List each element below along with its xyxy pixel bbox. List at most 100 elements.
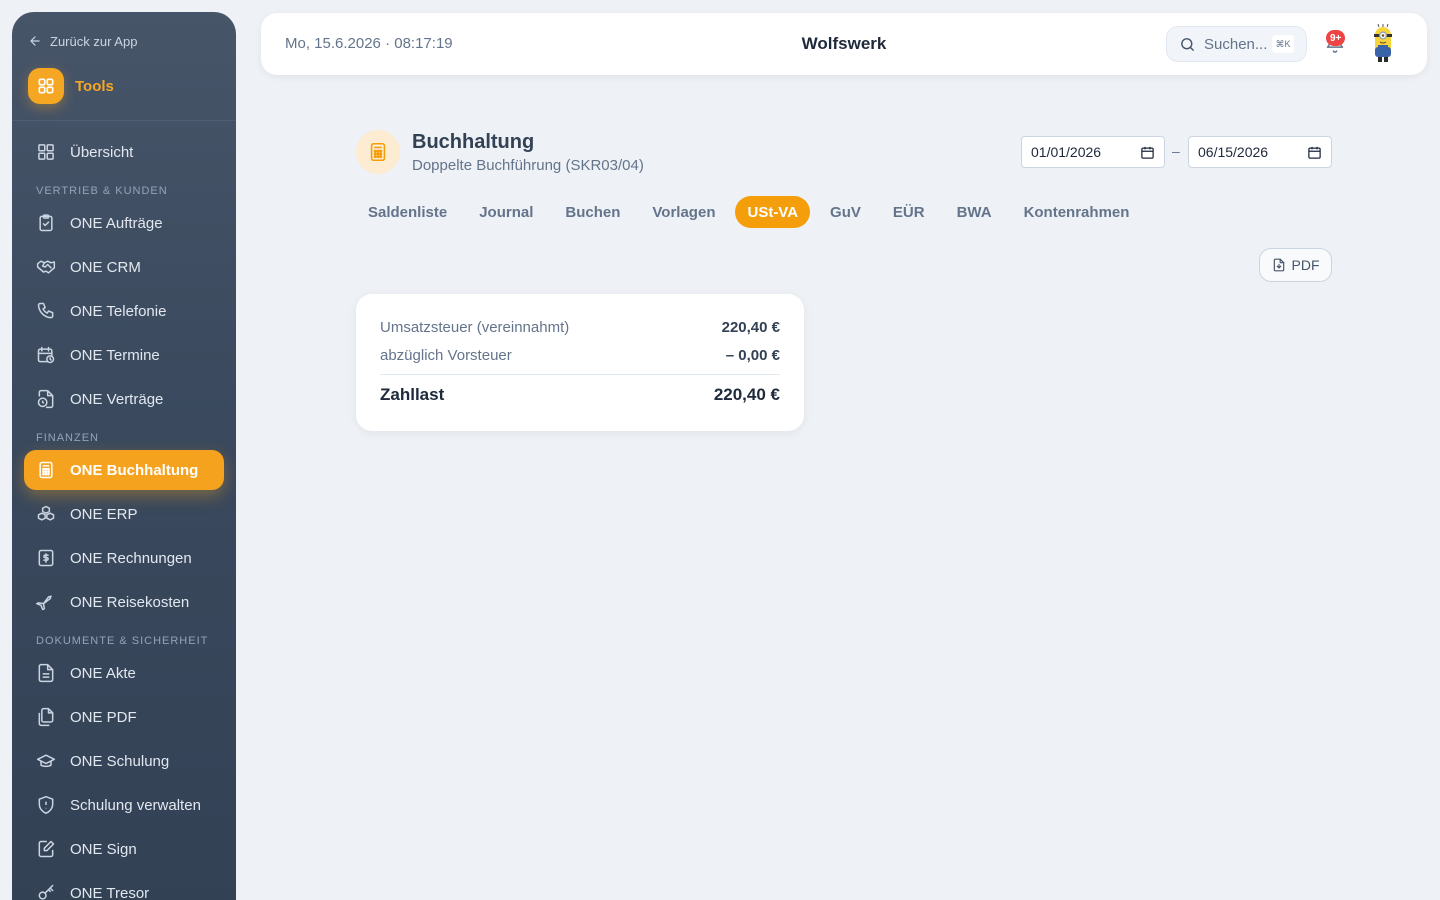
section-heading-vertrieb: VERTRIEB & KUNDEN xyxy=(36,185,168,197)
date-to-value: 06/15/2026 xyxy=(1198,144,1269,160)
pdf-export-button[interactable]: PDF xyxy=(1259,248,1332,282)
ust-va-summary-card: Umsatzsteuer (vereinnahmt) 220,40 € abzü… xyxy=(356,294,804,431)
back-link-label: Zurück zur App xyxy=(50,33,138,49)
calculator-icon xyxy=(356,130,400,174)
section-heading-dokumente: DOKUMENTE & SICHERHEIT xyxy=(36,635,209,647)
tab-vorlagen[interactable]: Vorlagen xyxy=(640,196,727,228)
sidebar-item-schulung-verwalten[interactable]: Schulung verwalten xyxy=(24,785,224,825)
section-heading-finanzen: FINANZEN xyxy=(36,432,99,444)
tab-buchen[interactable]: Buchen xyxy=(553,196,632,228)
back-to-app-link[interactable]: Zurück zur App xyxy=(28,32,137,50)
sidebar-item-label: Übersicht xyxy=(70,143,134,161)
sidebar-item-label: Schulung verwalten xyxy=(70,796,201,814)
sidebar: Zurück zur App Tools Übersicht VERTRIEB … xyxy=(12,12,236,900)
sidebar-item-akte[interactable]: ONE Akte xyxy=(24,653,224,693)
date-range-separator: – xyxy=(1172,143,1180,159)
phone-icon xyxy=(37,302,54,319)
tools-label: Tools xyxy=(75,77,114,95)
sidebar-item-label: ONE Verträge xyxy=(70,390,164,408)
sidebar-item-label: ONE Aufträge xyxy=(70,214,163,232)
receipt-dollar-icon xyxy=(38,549,54,567)
date-from-value: 01/01/2026 xyxy=(1031,144,1102,160)
sidebar-item-label: ONE Termine xyxy=(70,346,160,364)
sidebar-item-label: ONE PDF xyxy=(70,708,137,726)
file-text-icon xyxy=(38,663,54,683)
tools-grid-icon xyxy=(28,68,64,104)
vorsteuer-value: – 0,00 € xyxy=(725,347,780,364)
sidebar-divider xyxy=(12,120,236,121)
sidebar-item-label: ONE CRM xyxy=(70,258,141,276)
sidebar-item-vertraege[interactable]: ONE Verträge xyxy=(24,379,224,419)
calendar-clock-icon xyxy=(37,346,55,364)
sidebar-item-erp[interactable]: ONE ERP xyxy=(24,494,224,534)
tab-guv[interactable]: GuV xyxy=(818,196,873,228)
top-bar: Mo, 15.6.2026 · 08:17:19 Wolfswerk Suche… xyxy=(261,13,1427,75)
date-to-input[interactable]: 06/15/2026 xyxy=(1188,136,1332,168)
tab-saldenliste[interactable]: Saldenliste xyxy=(356,196,459,228)
files-icon xyxy=(38,707,54,727)
sidebar-item-label: ONE Schulung xyxy=(70,752,170,770)
file-clock-icon xyxy=(37,389,54,409)
sidebar-item-termine[interactable]: ONE Termine xyxy=(24,335,224,375)
user-avatar[interactable] xyxy=(1369,23,1397,65)
sidebar-item-label: ONE Buchhaltung xyxy=(70,461,199,479)
sidebar-item-label: ONE Sign xyxy=(70,840,137,858)
zahllast-label: Zahllast xyxy=(380,385,445,404)
handshake-icon xyxy=(36,260,56,274)
sidebar-item-sign[interactable]: ONE Sign xyxy=(24,829,224,869)
sidebar-nav: Übersicht VERTRIEB & KUNDEN ONE Aufträge… xyxy=(24,132,224,900)
pdf-button-label: PDF xyxy=(1291,257,1320,273)
dashboard-grid-icon xyxy=(38,144,54,160)
search-icon xyxy=(1181,37,1194,51)
zahllast-row: Zahllast 220,40 € xyxy=(380,385,780,405)
accounting-tabs: Saldenliste Journal Buchen Vorlagen USt-… xyxy=(356,196,1141,228)
sidebar-item-label: ONE Tresor xyxy=(70,884,150,900)
calendar-icon xyxy=(1308,146,1321,159)
clipboard-check-icon xyxy=(39,214,53,232)
key-icon xyxy=(38,884,54,900)
sidebar-item-crm[interactable]: ONE CRM xyxy=(24,247,224,287)
calculator-icon xyxy=(39,461,53,479)
sidebar-item-label: ONE Telefonie xyxy=(70,302,167,320)
graduation-cap-icon xyxy=(36,754,56,768)
sidebar-item-tresor[interactable]: ONE Tresor xyxy=(24,873,224,900)
card-divider xyxy=(380,374,780,375)
umsatzsteuer-row: Umsatzsteuer (vereinnahmt) 220,40 € xyxy=(380,319,780,336)
notification-count-badge: 9+ xyxy=(1326,30,1346,46)
tab-bwa[interactable]: BWA xyxy=(945,196,1004,228)
sidebar-item-buchhaltung[interactable]: ONE Buchhaltung xyxy=(24,450,224,490)
date-from-input[interactable]: 01/01/2026 xyxy=(1021,136,1165,168)
tab-euer[interactable]: EÜR xyxy=(881,196,937,228)
sidebar-item-label: ONE Reisekosten xyxy=(70,593,190,611)
file-signature-icon xyxy=(38,840,55,858)
shield-icon xyxy=(38,795,54,815)
file-download-icon xyxy=(1273,258,1284,272)
sidebar-item-schulung[interactable]: ONE Schulung xyxy=(24,741,224,781)
sidebar-item-rechnungen[interactable]: ONE Rechnungen xyxy=(24,538,224,578)
sidebar-item-label: ONE Rechnungen xyxy=(70,549,192,567)
minion-avatar-icon xyxy=(1374,23,1392,62)
sidebar-item-pdf[interactable]: ONE PDF xyxy=(24,697,224,737)
zahllast-value: 220,40 € xyxy=(713,385,780,404)
sidebar-item-label: ONE Akte xyxy=(70,664,136,682)
tab-ust-va[interactable]: USt-VA xyxy=(735,196,811,228)
umsatzsteuer-value: 220,40 € xyxy=(721,319,780,336)
tab-journal[interactable]: Journal xyxy=(467,196,545,228)
tab-kontenrahmen[interactable]: Kontenrahmen xyxy=(1012,196,1142,228)
sidebar-item-telefonie[interactable]: ONE Telefonie xyxy=(24,291,224,331)
sidebar-item-auftraege[interactable]: ONE Aufträge xyxy=(24,203,224,243)
umsatzsteuer-label: Umsatzsteuer (vereinnahmt) xyxy=(380,319,570,336)
page-title: Buchhaltung xyxy=(412,131,535,153)
tools-header[interactable]: Tools xyxy=(28,68,114,104)
sidebar-item-uebersicht[interactable]: Übersicht xyxy=(24,132,224,172)
sidebar-item-label: ONE ERP xyxy=(70,505,138,523)
search-field[interactable]: Suchen... ⌘K xyxy=(1166,26,1307,62)
page-subtitle: Doppelte Buchführung (SKR03/04) xyxy=(412,157,644,174)
arrow-left-icon xyxy=(30,36,40,46)
sidebar-item-reisekosten[interactable]: ONE Reisekosten xyxy=(24,582,224,622)
calendar-icon xyxy=(1141,146,1154,159)
search-shortcut-hint: ⌘K xyxy=(1272,35,1294,53)
vorsteuer-label: abzüglich Vorsteuer xyxy=(380,347,512,364)
search-placeholder: Suchen... xyxy=(1204,35,1268,53)
boxes-icon xyxy=(37,505,55,521)
